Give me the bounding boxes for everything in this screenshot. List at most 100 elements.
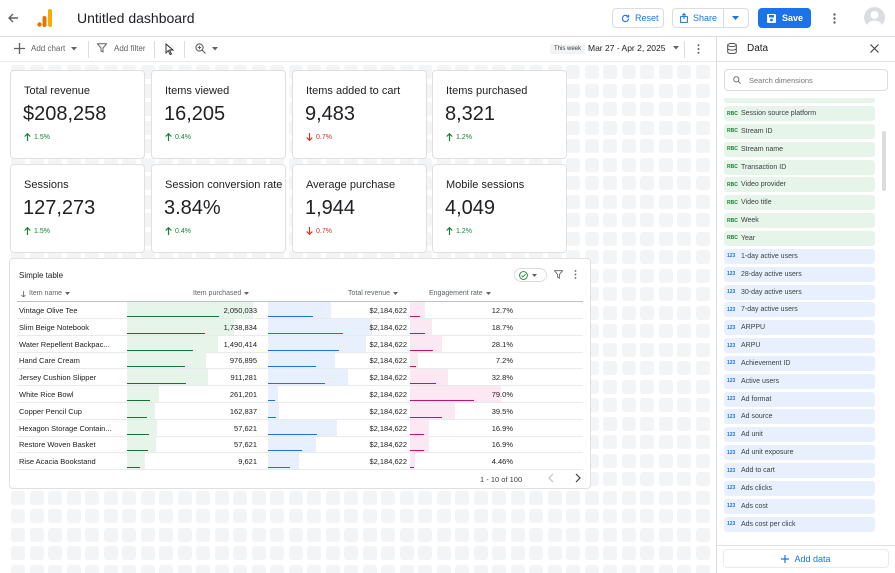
grid-cell [214, 546, 229, 560]
reset-button[interactable]: Reset [612, 8, 664, 28]
dimension-item[interactable]: RBC Video provider [724, 177, 875, 193]
table-row[interactable]: Water Repellent Backpac... 1,490,414 $2,18… [17, 335, 583, 353]
dimension-item[interactable]: 123 Ad format [724, 391, 875, 407]
dimension-item[interactable]: 123 Ad unit [724, 427, 875, 443]
table-filter-icon[interactable] [554, 270, 563, 279]
grid-cell [418, 509, 432, 523]
kpi-card[interactable]: Items purchased 8,321 1.2% [432, 70, 567, 159]
add-data-button[interactable]: Add data [723, 549, 889, 568]
grid-cell [695, 490, 710, 505]
add-filter-label: Add filter [114, 43, 146, 53]
dimension-item[interactable]: 123 Add to cart [724, 463, 875, 478]
table-row[interactable]: Rise Acacia Bookstand 9,621 $2,184,622 4.46… [17, 453, 583, 471]
dimension-item[interactable]: RBC Stream name [724, 141, 875, 157]
dimension-item[interactable]: 123 Ads cost per click [724, 516, 875, 532]
table-more-icon[interactable] [574, 270, 577, 279]
kpi-delta-value: 1.5% [34, 227, 50, 235]
grid-cell [695, 379, 710, 394]
search-input[interactable] [749, 75, 869, 85]
dimension-item[interactable]: 123 30-day active users [724, 284, 875, 300]
data-status-chip[interactable] [514, 268, 547, 282]
dimension-item[interactable]: 123 Ads clicks [724, 480, 875, 496]
grid-cell [584, 157, 599, 172]
date-range-picker[interactable]: Mar 27 - Apr 2, 2025 [588, 43, 679, 53]
dimension-item[interactable]: RBC Year [724, 230, 875, 246]
dimension-item[interactable]: 123 Active users [724, 373, 875, 389]
grid-cell [695, 453, 710, 468]
table-row[interactable]: Hand Care Cream 976,895 $2,184,622 7.2% [17, 352, 583, 370]
kpi-card[interactable]: Session conversion rate 3.84% 0.4% [151, 164, 286, 253]
grid-cell [270, 527, 284, 542]
table-row[interactable]: Jersey Cushion Slipper 911,281 $2,184,622 3… [17, 369, 583, 387]
back-arrow-icon[interactable] [5, 10, 21, 26]
page-title[interactable]: Untitled dashboard [77, 10, 195, 26]
grid-cell [695, 546, 710, 560]
dimension-label: 7-day active users [741, 306, 798, 314]
table-row[interactable]: Slim Beige Notebook 1,738,834 $2,184,622 18… [17, 318, 583, 336]
dimension-item[interactable]: 123 Achievement ID [724, 355, 875, 371]
dimension-item[interactable]: 123 7-day active users [724, 302, 875, 318]
kpi-card[interactable]: Items viewed 16,205 0.4% [151, 70, 286, 159]
kpi-card[interactable]: Average purchase 1,944 0.7% [292, 164, 427, 253]
add-chart-button[interactable]: Add chart [14, 43, 78, 54]
kpi-card[interactable]: Items added to cart 9,483 0.7% [292, 70, 427, 159]
dimension-item[interactable]: RBC Session source platform [724, 106, 875, 121]
dimension-item[interactable]: RBC Stream ID [724, 123, 875, 139]
dimension-item[interactable]: 123 Ad unit exposure [724, 445, 875, 461]
grid-cell [270, 546, 284, 560]
dimension-item[interactable]: 123 ARPPU [724, 320, 875, 336]
zoom-control[interactable] [195, 43, 218, 54]
kpi-delta-value: 0.7% [316, 133, 332, 141]
dimension-item[interactable]: 123 Ad source [724, 409, 875, 425]
dimension-item[interactable]: 123 28-day active users [724, 266, 875, 282]
search-dimensions-field[interactable] [724, 69, 888, 91]
close-icon[interactable] [870, 44, 879, 53]
save-button[interactable]: Save [758, 8, 811, 28]
simple-table-card[interactable]: Simple table Item name Item purchased To… [9, 258, 591, 489]
table-row[interactable]: White Rice Bowl 261,201 $2,184,622 79.0% [17, 386, 583, 403]
share-button[interactable]: Share [672, 8, 749, 28]
share-dropdown-icon[interactable] [732, 16, 739, 20]
column-header-item-name[interactable]: Item name [21, 290, 71, 297]
next-page-icon[interactable] [575, 473, 581, 483]
table-row[interactable]: Vintage Olive Tee 2,050,033 $2,184,622 12.7… [17, 302, 583, 319]
number-type-icon: 123 [727, 449, 736, 456]
grid-cell [492, 509, 506, 523]
table-row[interactable]: Hexagon Storage Contain... 57,621 $2,184,6… [17, 419, 583, 437]
dimension-item[interactable]: 123 1-day active users [724, 248, 875, 264]
kpi-value: 4,049 [445, 197, 496, 219]
cursor-select-icon[interactable] [165, 43, 174, 55]
grid-cell [547, 564, 562, 573]
revenue-bar-line [268, 366, 317, 368]
add-filter-button[interactable]: Add filter [97, 43, 146, 53]
dimension-item[interactable]: 123 ARPU [724, 338, 875, 354]
engagement-bar-line [410, 316, 421, 317]
avatar[interactable] [864, 7, 885, 28]
table-row[interactable]: Restore Woven Basket 57,621 $2,184,622 16.9… [17, 436, 583, 454]
grid-cell [196, 527, 210, 542]
kpi-card[interactable]: Sessions 127,273 1.5% [10, 164, 145, 253]
table-row[interactable]: Copper Pencil Cup 162,837 $2,184,622 39.5% [17, 402, 583, 420]
dimension-item[interactable]: 123 Ads cost [724, 498, 875, 514]
toolbar-more-icon[interactable] [697, 44, 700, 54]
column-header-total-revenue[interactable]: Total revenue [348, 290, 399, 297]
grid-cell [381, 564, 395, 573]
prev-page-icon[interactable] [548, 473, 554, 483]
dimension-item[interactable]: RBC Week [724, 213, 875, 229]
grid-cell [307, 564, 321, 573]
grid-cell [640, 139, 654, 153]
grid-cell [640, 379, 654, 394]
scrollbar-thumb[interactable] [882, 131, 886, 191]
kpi-card[interactable]: Mobile sessions 4,049 1.2% [432, 164, 567, 253]
column-header-item-purchased[interactable]: Item purchased [193, 290, 250, 297]
grid-cell [640, 564, 654, 573]
kpi-card[interactable]: Total revenue $208,258 1.5% [10, 70, 145, 159]
column-header-engagement-rate[interactable]: Engagement rate [429, 290, 491, 297]
more-vert-icon[interactable] [828, 10, 840, 26]
kpi-delta: 1.2% [446, 227, 472, 235]
dimension-item[interactable]: RBC Video title [724, 195, 875, 211]
dimension-item[interactable]: RBC Transaction ID [724, 159, 875, 175]
purchased-cell: 9,621 [238, 457, 257, 467]
grid-cell [510, 527, 525, 542]
dimension-label: Ads cost [741, 502, 768, 510]
